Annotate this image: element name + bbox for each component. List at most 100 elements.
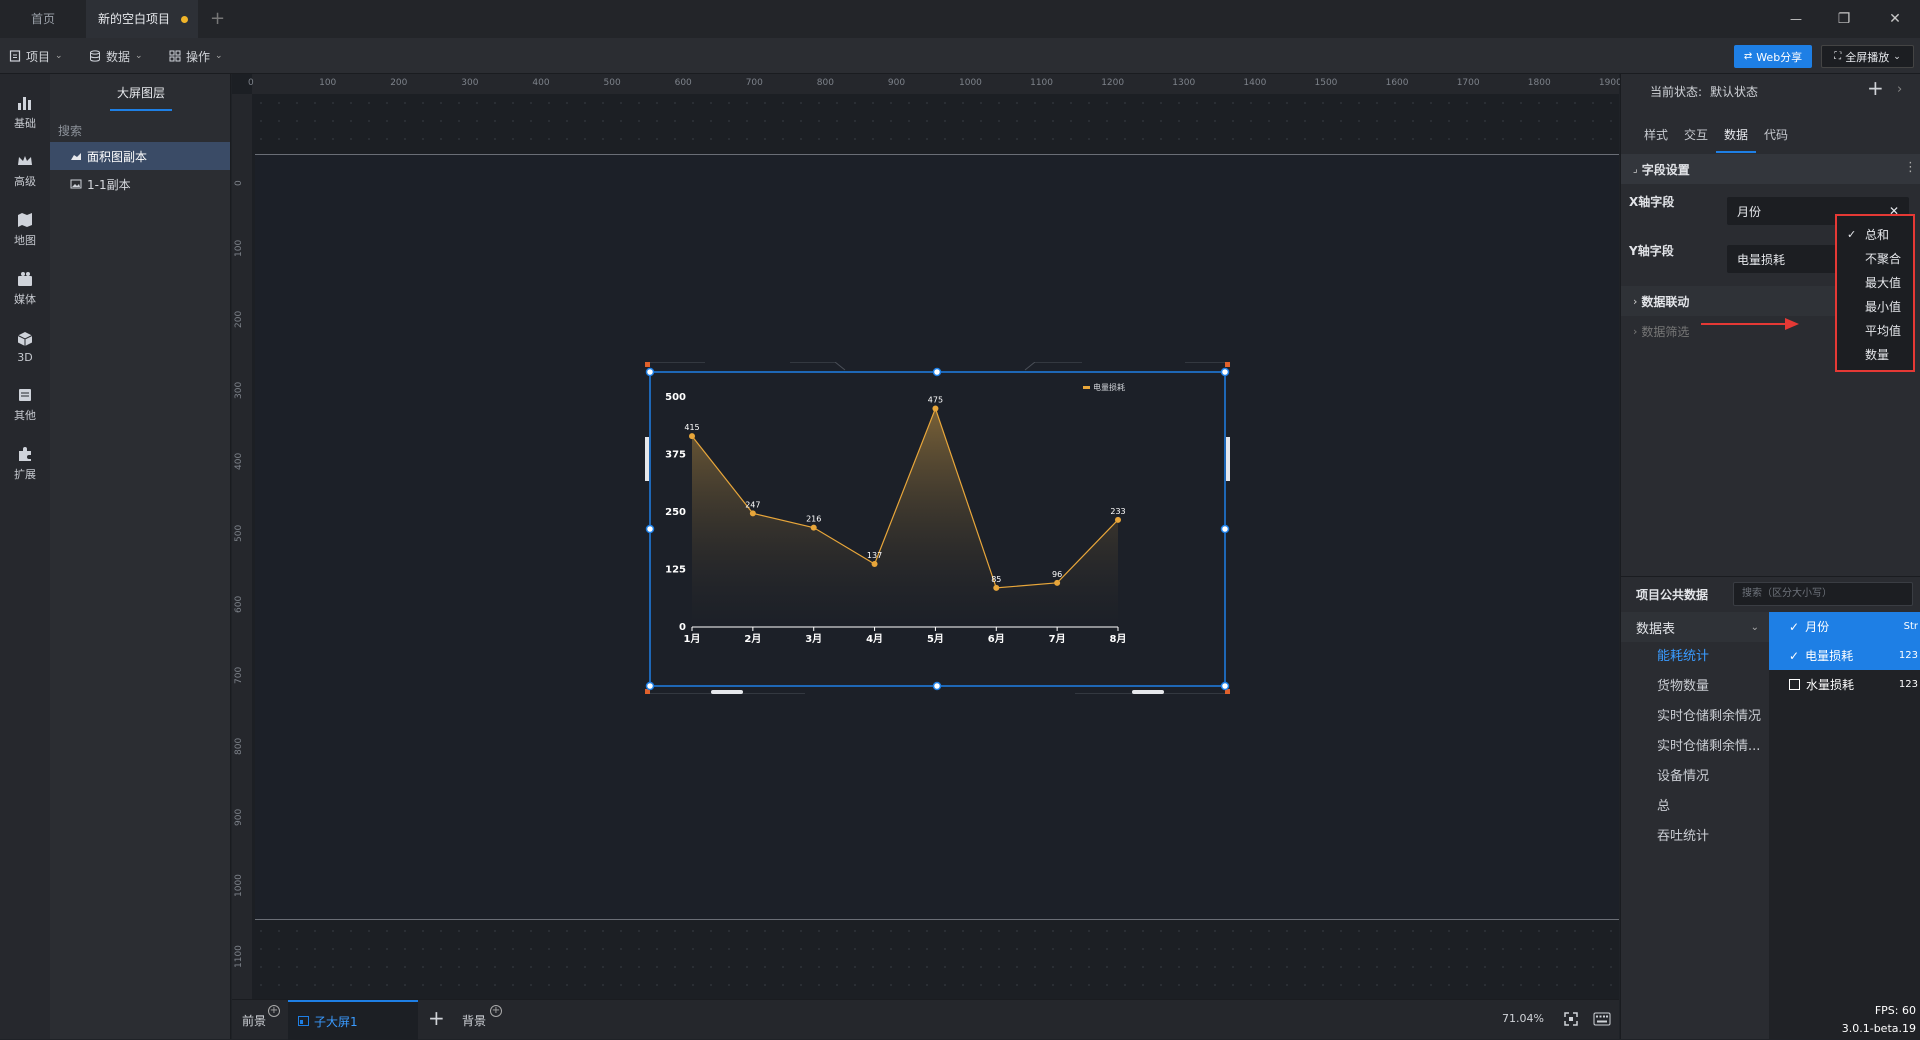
add-background-icon[interactable]: +	[490, 1005, 502, 1017]
state-value[interactable]: 默认状态	[1710, 83, 1758, 100]
column-item-power-loss[interactable]: ✓ 电量损耗 123	[1769, 641, 1920, 670]
screen-tab[interactable]: 子大屏1	[288, 1000, 418, 1040]
aggregate-option-min[interactable]: 最小值	[1837, 295, 1913, 319]
rail-item-3d[interactable]: 3D	[0, 318, 50, 376]
ruler-tick-label: 100	[234, 239, 244, 258]
aggregate-option-none[interactable]: 不聚合	[1837, 247, 1913, 271]
ruler-tick-label: 1100	[1030, 78, 1053, 88]
keyboard-icon[interactable]	[1593, 1012, 1611, 1026]
bar-chart-icon	[18, 97, 31, 110]
database-icon	[90, 50, 100, 62]
camera-icon	[18, 272, 32, 286]
public-data-title: 项目公共数据	[1636, 588, 1709, 602]
table-item[interactable]: 实时仓储剩余情...	[1621, 732, 1769, 762]
area-chart-widget[interactable]: 0 125 250 375 500 1月 2月 3月 4月 5月 6月 7月 8月 415 247 216 13…	[645, 362, 1230, 694]
table-item-energy[interactable]: 能耗统计	[1621, 642, 1769, 672]
table-item[interactable]: 吞吐统计	[1621, 822, 1769, 852]
file-icon	[9, 50, 21, 62]
check-icon: ✓	[1789, 619, 1800, 634]
tab-interaction[interactable]: 交互	[1676, 126, 1716, 153]
menu-project[interactable]: 项目 ⌄	[9, 38, 63, 74]
fullscreen-button[interactable]: ⛶ 全屏播放 ⌄	[1821, 45, 1914, 68]
rail-item-advanced[interactable]: 高级	[0, 142, 50, 200]
checkbox[interactable]	[1789, 679, 1800, 690]
minimize-button[interactable]: —	[1781, 0, 1811, 38]
add-tab-button[interactable]: +	[210, 0, 225, 38]
ruler-tick-label: 1700	[1456, 78, 1480, 88]
restore-button[interactable]: ❐	[1829, 0, 1859, 38]
data-link-header[interactable]: › 数据联动	[1621, 286, 1835, 316]
data-label: 415	[684, 423, 699, 432]
chevron-down-icon: ⌟	[1633, 163, 1638, 175]
table-item[interactable]: 货物数量	[1621, 672, 1769, 702]
ruler-tick-label: 500	[234, 524, 244, 542]
table-item[interactable]: 实时仓储剩余情况	[1621, 702, 1769, 732]
field-settings-header[interactable]: ⌟ 字段设置	[1621, 154, 1920, 184]
table-group-label: 数据表	[1636, 621, 1676, 637]
rail-item-extension[interactable]: 扩展	[0, 435, 50, 493]
background-button[interactable]: 背景	[462, 1012, 486, 1029]
add-screen-button[interactable]: +	[428, 1006, 445, 1030]
chevron-right-icon: ›	[1633, 294, 1638, 308]
tab-code[interactable]: 代码	[1756, 126, 1796, 153]
x-tick-label: 8月	[1110, 633, 1127, 645]
x-field-label: X轴字段	[1629, 195, 1675, 209]
tab-data[interactable]: 数据	[1716, 126, 1756, 153]
layer-item[interactable]: 1-1副本	[50, 170, 230, 198]
fit-screen-icon[interactable]	[1564, 1012, 1578, 1026]
public-data-search-input[interactable]: 搜索（区分大小写）	[1733, 582, 1913, 606]
column-item-month[interactable]: ✓ 月份 Str	[1769, 612, 1920, 641]
x-tick-label: 3月	[805, 633, 822, 645]
menu-data[interactable]: 数据 ⌄	[89, 38, 143, 74]
layer-search-input[interactable]: 搜索	[58, 118, 223, 144]
ruler-tick-label: 300	[461, 78, 479, 88]
zoom-level[interactable]: 71.04%	[1502, 1012, 1544, 1025]
divider	[1621, 576, 1920, 577]
more-icon[interactable]: ⋮	[1904, 160, 1917, 175]
crown-icon	[18, 156, 32, 165]
web-share-button[interactable]: ⇄ Web分享	[1734, 45, 1812, 68]
column-item-water-loss[interactable]: 水量损耗 123	[1769, 670, 1920, 699]
aggregate-option-max[interactable]: 最大值	[1837, 271, 1913, 295]
data-point	[1115, 516, 1121, 523]
close-window-button[interactable]: ✕	[1880, 0, 1910, 38]
layer-item[interactable]: 面积图副本	[50, 142, 230, 170]
editor-canvas[interactable]: 0 100 200 300 400 500 600 700 800 900 1000 1100 1200…	[232, 74, 1622, 999]
tab-style[interactable]: 样式	[1636, 126, 1676, 153]
rail-item-basic[interactable]: 基础	[0, 84, 50, 142]
collapse-panel-button[interactable]: ›	[1897, 82, 1902, 97]
fullscreen-icon: ⛶	[1834, 51, 1842, 62]
foreground-button[interactable]: 前景	[242, 1012, 266, 1029]
add-state-button[interactable]: +	[1867, 76, 1884, 100]
rail-item-media[interactable]: 媒体	[0, 260, 50, 318]
data-label: 247	[745, 500, 760, 509]
ruler-tick-label: 400	[532, 78, 550, 88]
y-tick-label: 375	[665, 450, 686, 461]
chevron-down-icon: ⌄	[55, 51, 63, 61]
layers-title[interactable]: 大屏图层	[110, 84, 172, 101]
rail-label: 扩展	[14, 468, 36, 481]
menu-operation[interactable]: 操作 ⌄	[169, 38, 223, 74]
tab-home[interactable]: 首页	[0, 0, 86, 38]
ruler-tick-label: 1400	[1243, 78, 1267, 88]
table-group-header[interactable]: 数据表 ⌄	[1621, 612, 1769, 642]
ruler-tick-label: 200	[390, 78, 408, 88]
status-info: FPS: 60 3.0.1-beta.19	[1842, 1002, 1916, 1038]
data-label: 137	[867, 551, 882, 560]
table-item[interactable]: 设备情况	[1621, 762, 1769, 792]
ruler-tick-label: 200	[234, 311, 244, 329]
aggregate-option-sum[interactable]: ✓ 总和	[1837, 223, 1913, 247]
aggregate-option-count[interactable]: 数量	[1837, 343, 1913, 367]
layers-title-underline	[110, 109, 172, 111]
rail-item-other[interactable]: 其他	[0, 376, 50, 434]
rail-item-map[interactable]: 地图	[0, 201, 50, 259]
rail-label: 基础	[14, 117, 36, 130]
table-item[interactable]: 总	[1621, 792, 1769, 822]
check-icon: ✓	[1847, 228, 1857, 241]
data-point	[810, 524, 817, 531]
add-foreground-icon[interactable]: +	[268, 1005, 280, 1017]
ruler-tick-label: 700	[745, 78, 763, 88]
option-label: 平均值	[1865, 324, 1902, 338]
table-list: 能耗统计 货物数量 实时仓储剩余情况 实时仓储剩余情... 设备情况 总 吞吐统…	[1621, 642, 1769, 852]
aggregate-option-avg[interactable]: 平均值	[1837, 319, 1913, 343]
